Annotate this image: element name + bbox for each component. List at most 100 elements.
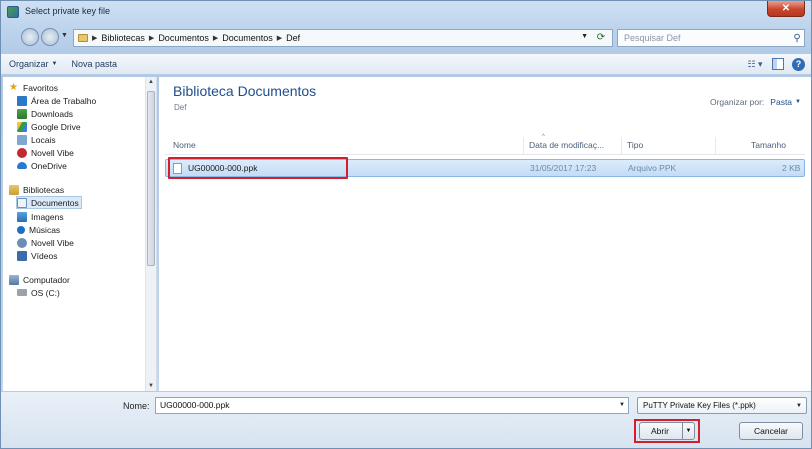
sidebar-item-musicas[interactable]: Músicas [17, 223, 60, 236]
downloads-icon [17, 108, 27, 119]
chevron-right-icon[interactable]: ▶ [92, 34, 97, 42]
search-input[interactable]: Pesquisar Def ⚲ [617, 29, 805, 47]
arrange-label: Organizar por: [709, 97, 765, 107]
search-icon[interactable]: ⚲ [790, 33, 804, 44]
sidebar-item-onedrive[interactable]: OneDrive [17, 159, 67, 172]
sidebar-item-novell-vibe-library[interactable]: Novell Vibe [17, 236, 74, 249]
star-icon: ★ [9, 81, 18, 93]
command-toolbar: Organizar ▼ Nova pasta ☷ ▾ ? [1, 53, 811, 75]
chevron-right-icon[interactable]: ▶ [213, 34, 218, 42]
arrange-value: Pasta [770, 97, 793, 107]
library-title: Biblioteca Documentos [173, 83, 317, 99]
navigation-pane: ★ Favoritos Área de Trabalho Downloads G… [3, 77, 157, 391]
breadcrumb-documentos-sub[interactable]: Documentos [222, 33, 273, 43]
app-icon [7, 6, 19, 18]
column-header-modified[interactable]: Data de modificaç... [529, 140, 604, 150]
title-bar: Select private key file ✕ [1, 1, 811, 23]
scroll-down-icon[interactable]: ▼ [148, 383, 154, 389]
sidebar-item-novell-vibe[interactable]: Novell Vibe [17, 146, 74, 159]
cancel-button[interactable]: Cancelar [739, 422, 803, 440]
sidebar-item-label: Favoritos [23, 82, 58, 93]
breadcrumb-def[interactable]: Def [286, 33, 300, 43]
sidebar-item-label: Computador [23, 274, 70, 285]
navigation-bar: ▼ ▶ Bibliotecas ▶ Documentos ▶ Documento… [1, 25, 811, 51]
refresh-icon[interactable]: ⟳ [594, 32, 608, 44]
libraries-icon [9, 184, 19, 195]
sidebar-item-label: OneDrive [31, 160, 67, 171]
sidebar-item-label: Imagens [31, 211, 64, 222]
back-button[interactable] [21, 28, 39, 46]
sidebar-item-computador[interactable]: Computador [9, 273, 70, 286]
chevron-down-icon: ▼ [51, 61, 58, 67]
sidebar-item-label: Locais [31, 134, 56, 145]
places-icon [17, 134, 27, 145]
sidebar-item-label: Novell Vibe [31, 237, 74, 248]
desktop-icon [17, 95, 27, 106]
help-icon[interactable]: ? [792, 57, 805, 71]
sidebar-item-label: Músicas [29, 224, 61, 235]
file-type-value: PuTTY Private Key Files (*.ppk) [643, 401, 756, 410]
file-size: 2 KB [782, 163, 801, 173]
sidebar-item-imagens[interactable]: Imagens [17, 210, 64, 223]
documents-icon [17, 197, 27, 208]
sidebar-item-area-de-trabalho[interactable]: Área de Trabalho [17, 94, 96, 107]
sidebar-item-documentos[interactable]: Documentos [16, 196, 82, 209]
sidebar-item-videos[interactable]: Vídeos [17, 249, 57, 262]
sidebar-item-label: OS (C:) [31, 287, 60, 298]
address-bar[interactable]: ▶ Bibliotecas ▶ Documentos ▶ Documentos … [73, 29, 613, 47]
sidebar-item-label: Área de Trabalho [31, 95, 97, 106]
arrange-by-dropdown[interactable]: Pasta ▼ [770, 97, 801, 107]
sidebar-item-google-drive[interactable]: Google Drive [17, 120, 81, 133]
change-view-icon[interactable]: ☷ ▾ [746, 57, 764, 71]
chevron-right-icon[interactable]: ▶ [277, 34, 282, 42]
sidebar-item-favoritos[interactable]: ★ Favoritos [9, 81, 58, 94]
filename-history-chevron-icon[interactable]: ▼ [619, 402, 625, 408]
sidebar-item-locais[interactable]: Locais [17, 133, 56, 146]
scrollbar-thumb[interactable] [147, 91, 155, 266]
column-divider[interactable] [621, 137, 622, 155]
folder-icon [78, 34, 88, 42]
recent-locations-chevron-icon[interactable]: ▼ [61, 32, 69, 40]
column-divider[interactable] [523, 137, 524, 155]
computer-icon [9, 274, 19, 285]
file-modified: 31/05/2017 17:23 [530, 163, 597, 173]
library-subtitle: Def [174, 103, 187, 112]
scroll-up-icon[interactable]: ▲ [148, 79, 154, 85]
column-header-size[interactable]: Tamanho [751, 140, 786, 150]
close-button[interactable]: ✕ [767, 1, 805, 17]
address-dropdown-icon[interactable]: ▼ [581, 33, 588, 40]
file-open-dialog: Select private key file ✕ ▼ ▶ Biblioteca… [0, 0, 812, 449]
sidebar-scrollbar[interactable]: ▲ ▼ [145, 77, 156, 391]
dialog-footer: Nome: UG00000-000.ppk ▼ PuTTY Private Ke… [1, 391, 811, 448]
column-header-type[interactable]: Tipo [627, 140, 643, 150]
file-type-select[interactable]: PuTTY Private Key Files (*.ppk) ▼ [637, 397, 807, 414]
images-icon [17, 211, 27, 222]
file-highlight-annotation [168, 157, 348, 179]
column-divider[interactable] [715, 137, 716, 155]
arrange-by: Organizar por: Pasta ▼ [710, 97, 801, 107]
open-button-highlight-annotation [634, 419, 700, 443]
column-header-row: Nome ^ Data de modificaç... Tipo Tamanho [165, 134, 805, 155]
sidebar-item-bibliotecas[interactable]: Bibliotecas [9, 183, 64, 196]
file-list-pane: Biblioteca Documentos Def Organizar por:… [159, 77, 811, 391]
column-header-name[interactable]: Nome [173, 140, 196, 150]
preview-pane-icon[interactable] [772, 58, 784, 70]
sidebar-item-label: Vídeos [31, 250, 58, 261]
forward-button[interactable] [41, 28, 59, 46]
google-drive-icon [17, 121, 27, 132]
music-icon [17, 225, 25, 234]
window-title: Select private key file [25, 6, 111, 16]
chevron-right-icon[interactable]: ▶ [149, 34, 154, 42]
sidebar-item-label: Google Drive [31, 121, 81, 132]
sidebar-item-os-c[interactable]: OS (C:) [17, 286, 60, 299]
breadcrumb-documentos[interactable]: Documentos [158, 33, 209, 43]
drive-icon [17, 289, 27, 296]
table-row[interactable]: UG00000-000.ppk 31/05/2017 17:23 Arquivo… [165, 157, 805, 179]
new-folder-button[interactable]: Nova pasta [71, 59, 117, 69]
novell-vibe-library-icon [17, 237, 27, 248]
sidebar-item-label: Bibliotecas [23, 184, 65, 195]
organize-button[interactable]: Organizar ▼ [9, 59, 57, 69]
filename-input[interactable]: UG00000-000.ppk [155, 397, 629, 414]
breadcrumb-bibliotecas[interactable]: Bibliotecas [101, 33, 145, 43]
sidebar-item-downloads[interactable]: Downloads [17, 107, 73, 120]
